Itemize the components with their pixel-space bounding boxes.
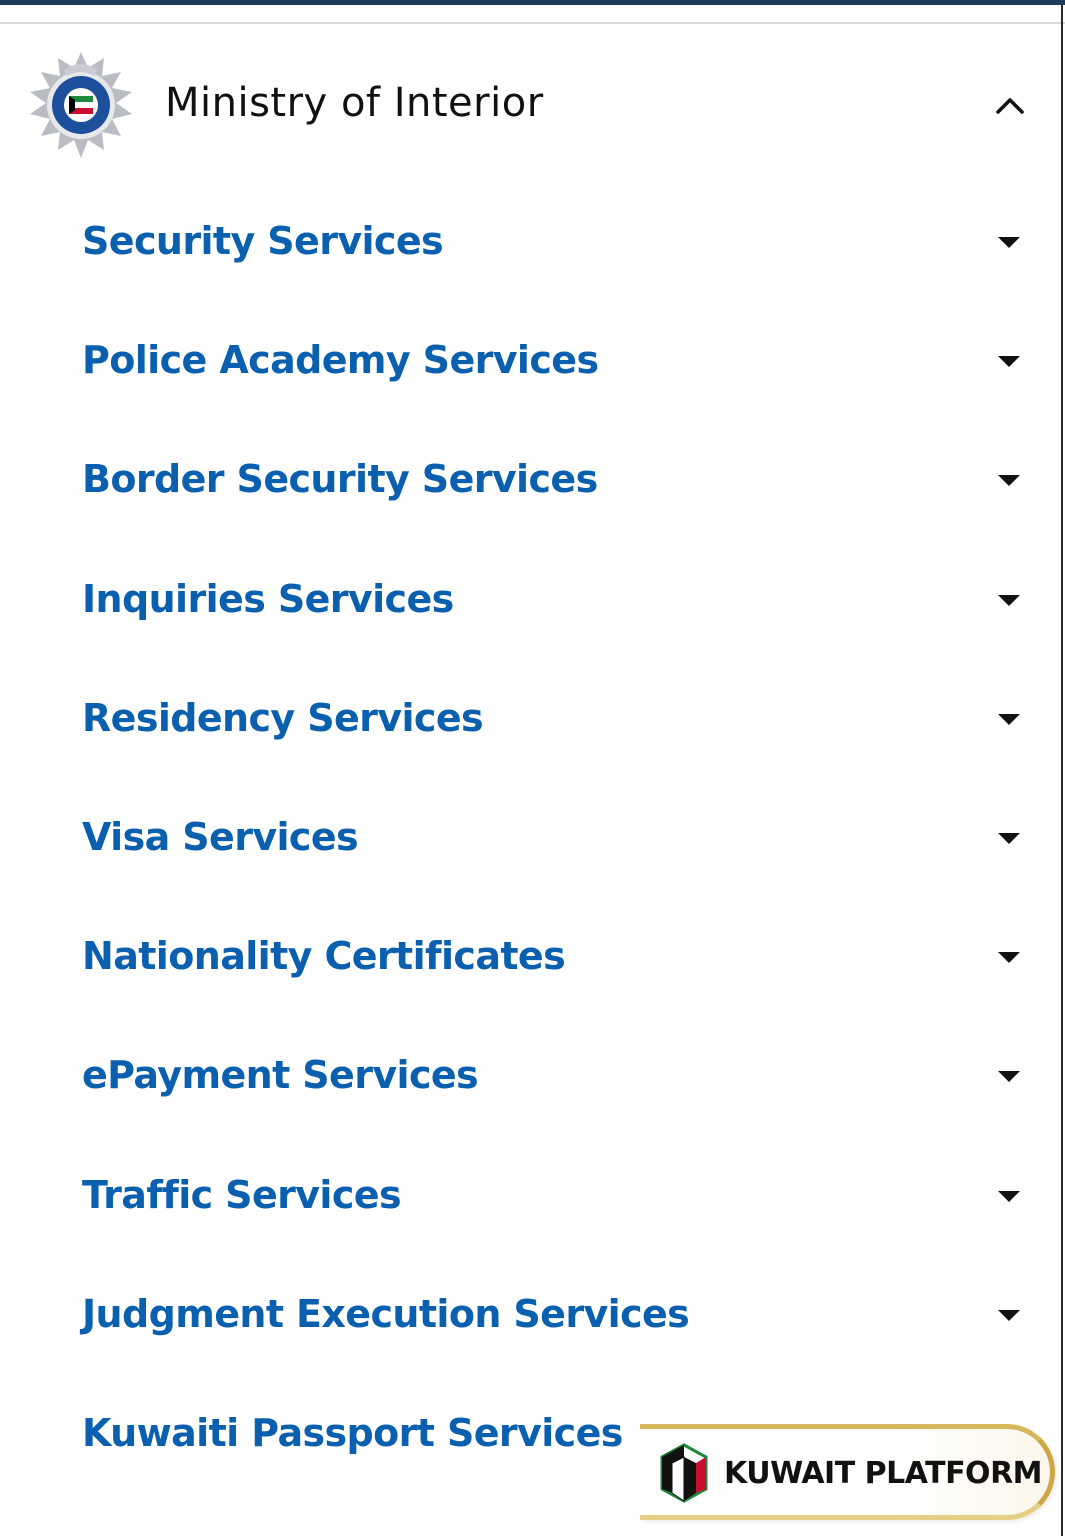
kuwait-platform-label: KUWAIT PLATFORM bbox=[724, 1456, 1043, 1491]
caret-down-icon[interactable] bbox=[998, 952, 1020, 964]
caret-down-icon[interactable] bbox=[998, 1071, 1020, 1083]
menu-item-label: Judgment Execution Services bbox=[82, 1291, 690, 1336]
caret-down-icon[interactable] bbox=[998, 594, 1020, 606]
menu-item-residency-services[interactable]: Residency Services bbox=[0, 660, 1060, 779]
menu-item-label: Kuwaiti Passport Services bbox=[82, 1410, 623, 1455]
menu-item-label: Border Security Services bbox=[82, 457, 598, 502]
menu-item-label: Nationality Certificates bbox=[82, 934, 566, 979]
top-bar bbox=[0, 0, 1065, 5]
menu-item-label: ePayment Services bbox=[82, 1053, 479, 1098]
caret-down-icon[interactable] bbox=[998, 475, 1020, 487]
menu-item-security-services[interactable]: Security Services bbox=[0, 183, 1060, 302]
menu-item-epayment-services[interactable]: ePayment Services bbox=[0, 1017, 1060, 1136]
menu-item-nationality-certificates[interactable]: Nationality Certificates bbox=[0, 898, 1060, 1017]
kuwait-platform-badge[interactable]: KUWAIT PLATFORM bbox=[640, 1424, 1055, 1520]
menu-item-judgment-execution-services[interactable]: Judgment Execution Services bbox=[0, 1256, 1060, 1375]
chevron-up-icon[interactable] bbox=[990, 86, 1030, 126]
menu-item-traffic-services[interactable]: Traffic Services bbox=[0, 1137, 1060, 1256]
kuwait-police-emblem-icon bbox=[30, 52, 132, 158]
divider bbox=[0, 22, 1065, 24]
ministry-header[interactable]: Ministry of Interior bbox=[0, 40, 1060, 170]
menu-item-label: Traffic Services bbox=[82, 1172, 402, 1217]
caret-down-icon[interactable] bbox=[998, 1309, 1020, 1321]
menu-item-visa-services[interactable]: Visa Services bbox=[0, 779, 1060, 898]
caret-down-icon[interactable] bbox=[998, 237, 1020, 248]
menu-item-border-security-services[interactable]: Border Security Services bbox=[0, 421, 1060, 540]
menu-item-label: Inquiries Services bbox=[82, 576, 454, 621]
ministry-title: Ministry of Interior bbox=[165, 80, 544, 126]
caret-down-icon[interactable] bbox=[998, 832, 1020, 844]
menu-item-label: Visa Services bbox=[82, 814, 359, 859]
menu-item-label: Security Services bbox=[82, 219, 444, 263]
services-menu: Security Services Police Academy Service… bbox=[0, 183, 1060, 1494]
kuwait-platform-logo-icon bbox=[660, 1443, 708, 1503]
caret-down-icon[interactable] bbox=[998, 356, 1020, 368]
menu-item-inquiries-services[interactable]: Inquiries Services bbox=[0, 541, 1060, 660]
menu-item-label: Police Academy Services bbox=[82, 338, 599, 383]
caret-down-icon[interactable] bbox=[998, 713, 1020, 725]
menu-item-police-academy-services[interactable]: Police Academy Services bbox=[0, 302, 1060, 421]
panel-border bbox=[1061, 5, 1063, 1536]
caret-down-icon[interactable] bbox=[998, 1190, 1020, 1202]
menu-item-label: Residency Services bbox=[82, 695, 484, 740]
